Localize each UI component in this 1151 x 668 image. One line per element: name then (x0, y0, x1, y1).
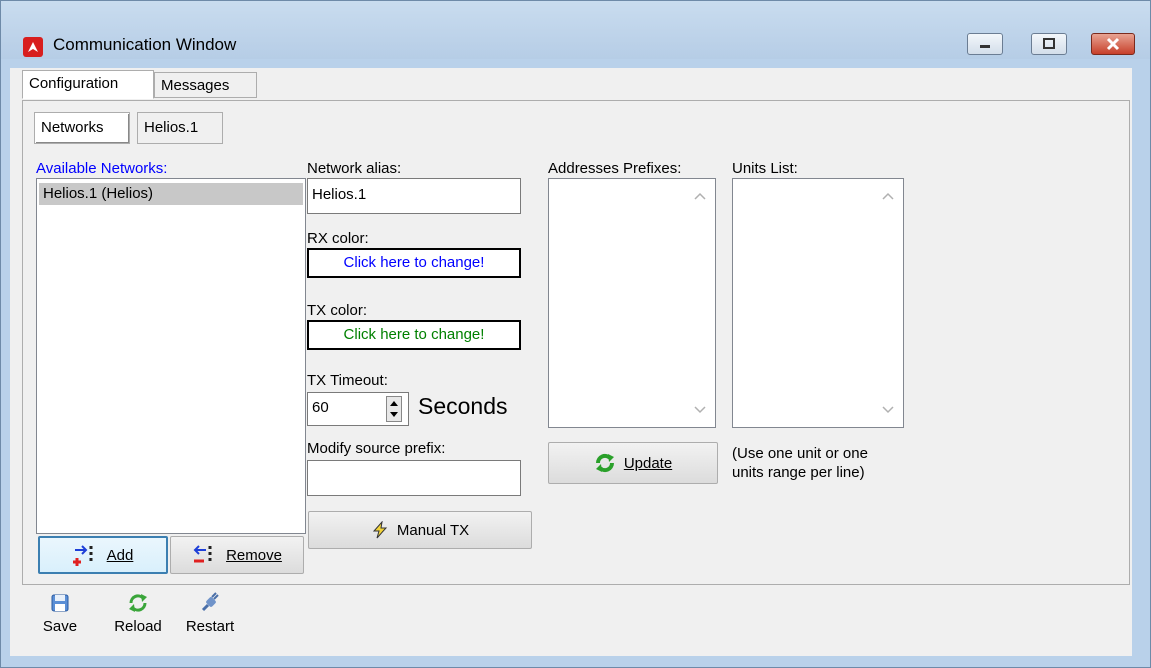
tab-helios-1[interactable]: Helios.1 (137, 112, 223, 144)
reload-icon (129, 594, 147, 612)
title-bar[interactable]: Communication Window (1, 1, 1150, 59)
save-button[interactable]: Save (40, 592, 80, 635)
minimize-button[interactable] (967, 33, 1003, 55)
manual-tx-button[interactable]: Manual TX (308, 511, 532, 549)
window-title: Communication Window (53, 35, 237, 54)
add-network-icon (72, 545, 93, 566)
tx-timeout-spinner[interactable] (386, 396, 402, 422)
units-list-label: Units List: (732, 160, 798, 177)
addresses-prefixes-label: Addresses Prefixes: (548, 160, 682, 177)
network-alias-label: Network alias: (307, 160, 402, 177)
maximize-icon (1043, 38, 1055, 49)
available-networks-label: Available Networks: (36, 160, 168, 177)
save-label: Save (42, 618, 78, 635)
restart-button[interactable]: Restart (178, 592, 242, 635)
scroll-down-icon[interactable] (881, 405, 895, 415)
update-button-label: Update (623, 454, 673, 472)
close-icon (1106, 37, 1120, 51)
units-list-textarea[interactable] (732, 178, 904, 428)
lightning-icon (372, 521, 387, 539)
units-hint: (Use one unit or one units range per lin… (732, 444, 868, 482)
tab-configuration[interactable]: Configuration (22, 70, 154, 99)
network-alias-input[interactable]: Helios.1 (307, 178, 521, 214)
tab-messages[interactable]: Messages (154, 72, 257, 98)
tx-timeout-value: 60 (312, 399, 329, 416)
tx-timeout-label: TX Timeout: (307, 372, 388, 389)
restart-label: Restart (185, 618, 235, 635)
addresses-prefixes-textarea[interactable] (548, 178, 716, 428)
list-item[interactable]: Helios.1 (Helios) (39, 183, 303, 205)
tx-color-label: TX color: (307, 302, 368, 319)
units-hint-line-2: units range per line) (732, 464, 865, 481)
scroll-down-icon[interactable] (693, 405, 707, 415)
remove-network-button[interactable]: Remove (170, 536, 304, 574)
refresh-icon (595, 453, 614, 473)
add-button-label: Add (106, 546, 134, 564)
close-button[interactable] (1091, 33, 1135, 55)
networks-listbox[interactable]: Helios.1 (Helios) (36, 178, 306, 534)
plug-icon (201, 592, 219, 612)
app-logo-icon (23, 37, 43, 57)
maximize-button[interactable] (1031, 33, 1067, 55)
add-network-button[interactable]: Add (38, 536, 168, 574)
rx-color-label: RX color: (307, 230, 369, 247)
scroll-up-icon[interactable] (693, 191, 707, 201)
tx-color-button[interactable]: Click here to change! (307, 320, 521, 350)
minimize-icon (980, 45, 990, 48)
tx-timeout-unit: Seconds (418, 393, 508, 419)
save-icon (51, 594, 69, 612)
scroll-up-icon[interactable] (881, 191, 895, 201)
units-hint-line-1: (Use one unit or one (732, 445, 868, 462)
remove-network-icon (193, 545, 212, 564)
rx-color-button[interactable]: Click here to change! (307, 248, 521, 278)
remove-button-label: Remove (226, 546, 282, 564)
update-button[interactable]: Update (548, 442, 718, 484)
tab-networks[interactable]: Networks (34, 112, 130, 144)
spinner-arrows-icon (390, 401, 398, 417)
manual-tx-label: Manual TX (396, 521, 470, 539)
source-prefix-label: Modify source prefix: (307, 440, 446, 457)
reload-label: Reload (114, 618, 162, 635)
reload-button[interactable]: Reload (106, 592, 170, 635)
source-prefix-input[interactable] (307, 460, 521, 496)
